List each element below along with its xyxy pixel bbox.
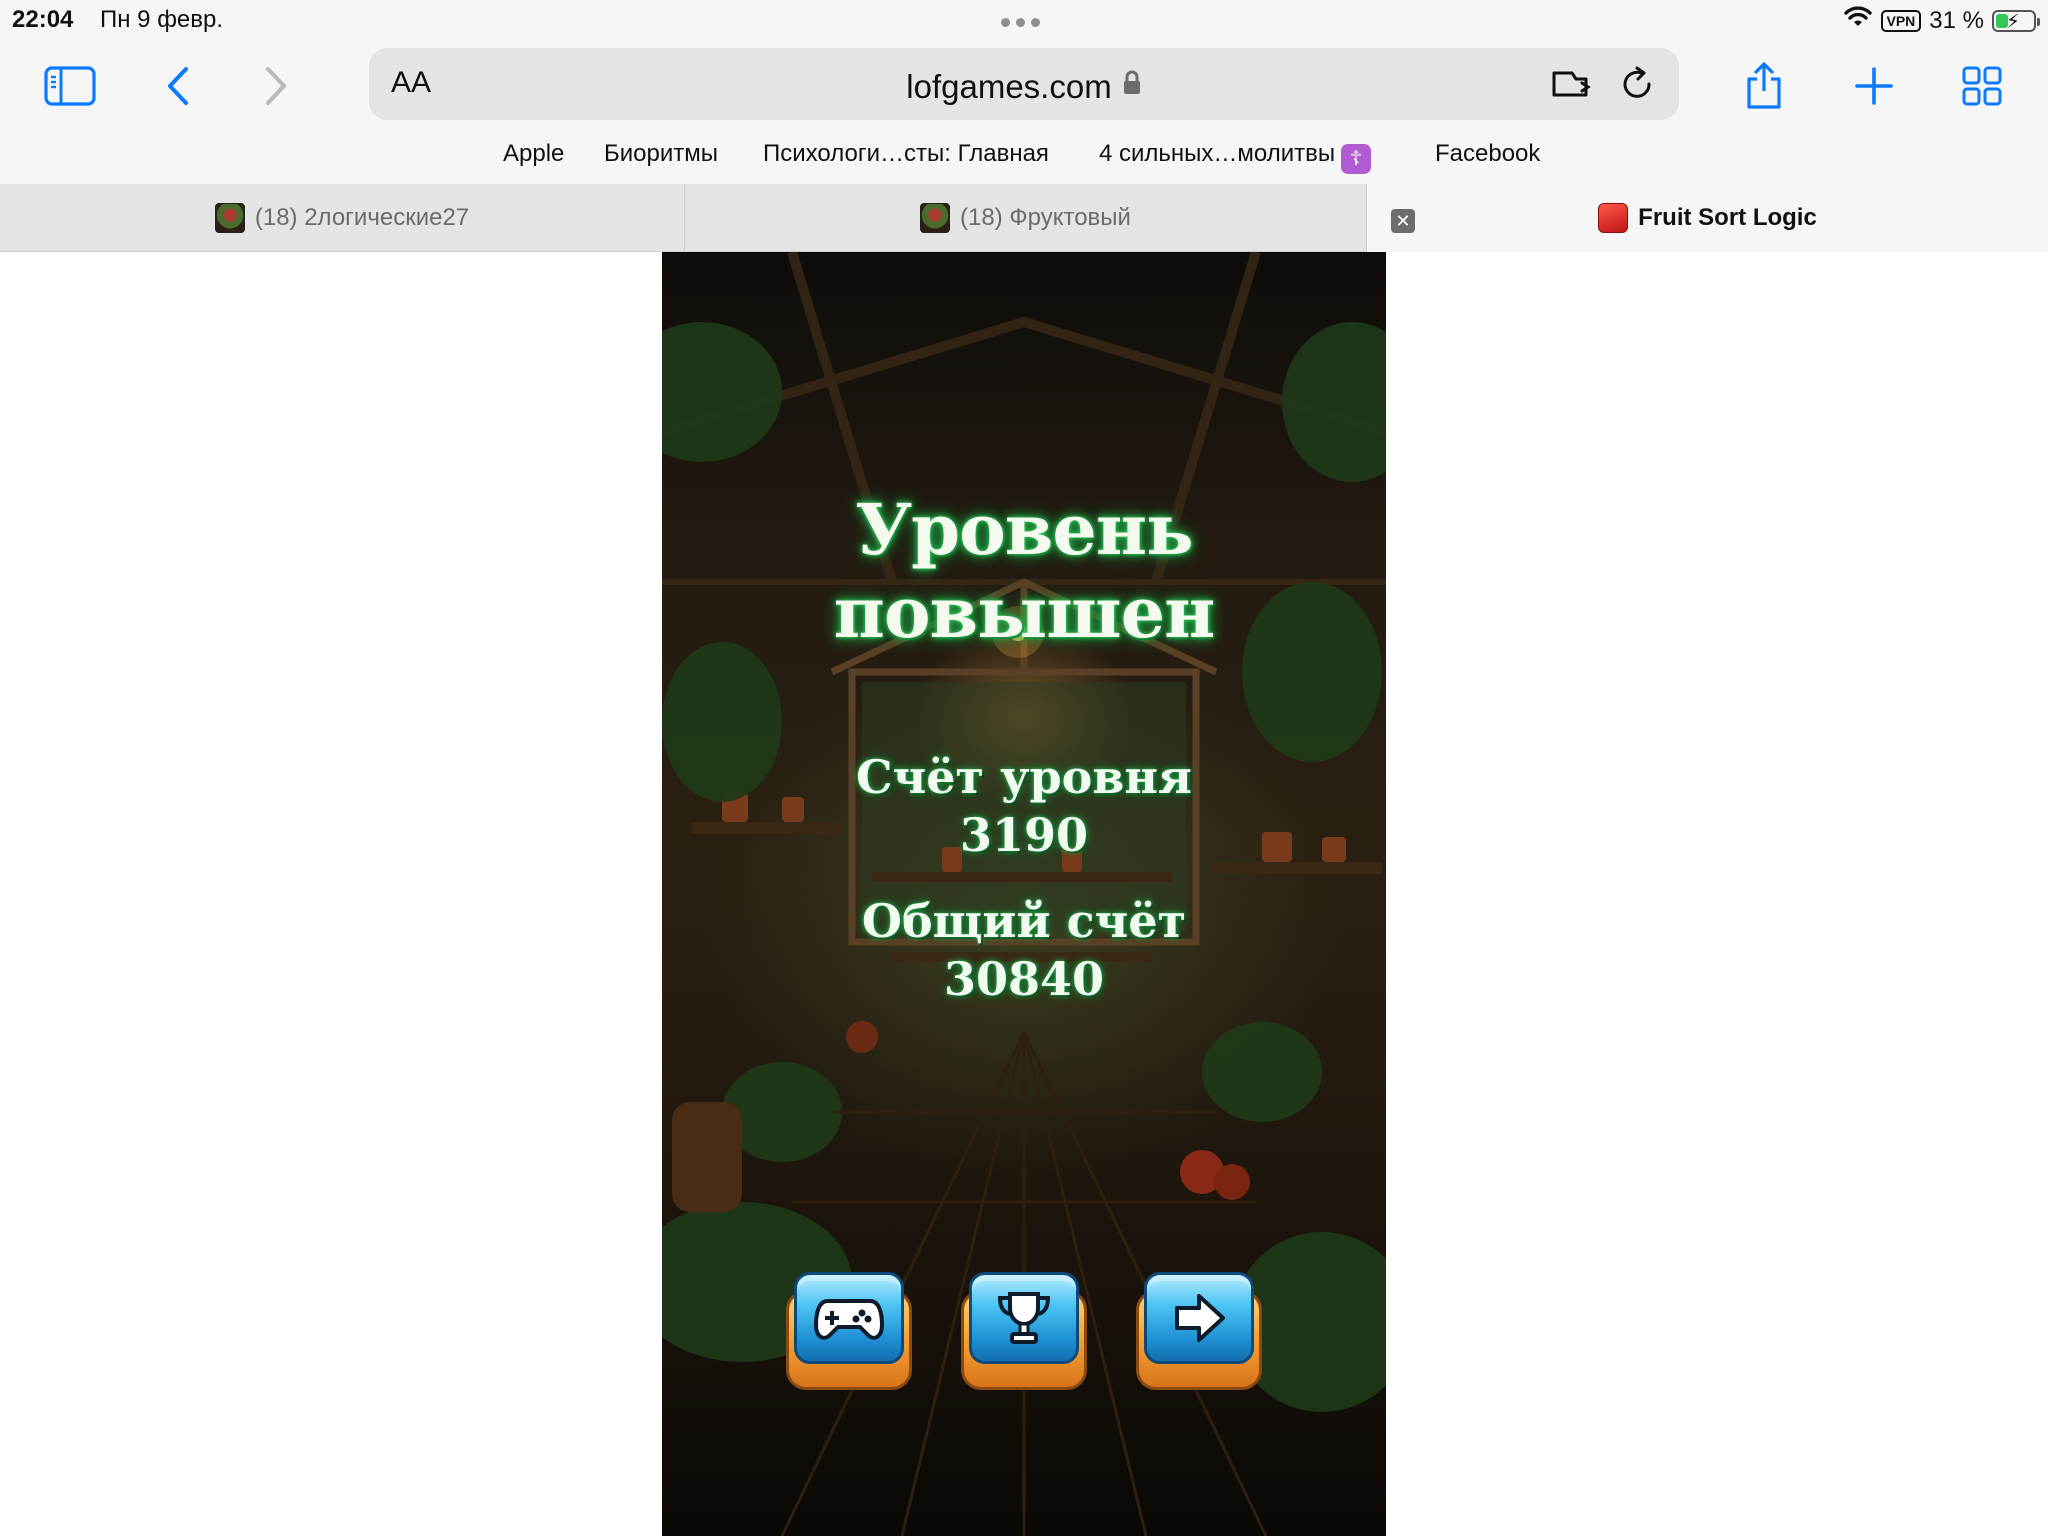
tab-bar: (18) 2логические27 (18) Фруктовый ✕ Frui… <box>0 184 2048 252</box>
tab-title: (18) 2логические27 <box>254 204 470 231</box>
tab-fruit-sort-logic[interactable]: ✕ Fruit Sort Logic <box>1366 184 2048 252</box>
tab-title: (18) Фруктовый <box>960 204 1131 231</box>
tab-title: Fruit Sort Logic <box>1638 204 1817 231</box>
total-score-label: Общий счёт <box>861 894 1187 948</box>
total-score-value: 30840 <box>943 952 1105 1006</box>
next-level-button[interactable] <box>1136 1272 1262 1390</box>
favorite-psychology[interactable]: Психологи…сты: Главная <box>763 140 1049 168</box>
status-bar: 22:04 Пн 9 февр. VPN 31 % ⚡ <box>0 0 2048 40</box>
status-indicators: VPN 31 % ⚡ <box>1843 6 2040 35</box>
favorite-biorhythms[interactable]: Биоритмы <box>604 140 718 168</box>
share-icon[interactable] <box>1736 60 1792 112</box>
lock-icon <box>1122 66 1142 104</box>
leaderboard-button[interactable] <box>961 1272 1087 1390</box>
level-up-title: Уровень повышен <box>833 488 1216 654</box>
favorite-facebook[interactable]: Facebook <box>1435 140 1540 168</box>
favorite-apple[interactable]: Apple <box>503 140 564 168</box>
site-favicon-icon <box>920 203 951 233</box>
new-tab-icon[interactable] <box>1846 60 1902 112</box>
favorite-prayers[interactable]: 4 сильных…молитвы ☦ <box>1099 140 1372 174</box>
sidebar-icon[interactable] <box>42 60 98 112</box>
reload-icon[interactable] <box>1615 62 1659 106</box>
favorites-bar: Apple Биоритмы Психологи…сты: Главная 4 … <box>0 132 2048 184</box>
level-score-label: Счёт уровня <box>856 750 1192 804</box>
next-arrow-icon <box>1144 1272 1254 1364</box>
browser-toolbar: AA lofgames.com <box>0 40 2048 132</box>
wifi-icon <box>1843 6 1873 35</box>
tab-overview-icon[interactable] <box>1954 60 2010 112</box>
gamepad-icon <box>794 1272 904 1364</box>
play-games-button[interactable] <box>786 1272 912 1390</box>
address-bar[interactable]: AA lofgames.com <box>369 48 1679 120</box>
trophy-icon <box>969 1272 1079 1364</box>
url-display[interactable]: lofgames.com <box>369 66 1679 106</box>
tab-fruit[interactable]: (18) Фруктовый <box>684 184 1366 252</box>
vpn-badge: VPN <box>1880 9 1922 32</box>
game-canvas[interactable]: Уровень повышен Счёт уровня 3190 Общий с… <box>662 252 1386 1536</box>
url-text: lofgames.com <box>906 68 1112 105</box>
back-chevron-icon[interactable] <box>150 60 206 112</box>
multitasking-grabber[interactable] <box>1001 18 1040 27</box>
level-score-value: 3190 <box>959 808 1089 862</box>
game-favicon-icon <box>1598 203 1629 233</box>
tab-logic-games[interactable]: (18) 2логические27 <box>0 184 684 252</box>
cross-icon: ☦ <box>1341 144 1372 174</box>
battery-icon: ⚡ <box>1992 9 2040 33</box>
extensions-icon[interactable] <box>1549 62 1593 106</box>
status-date: Пн 9 февр. <box>100 6 224 33</box>
status-time: 22:04 <box>12 6 74 33</box>
forward-chevron-icon[interactable] <box>248 60 304 112</box>
close-tab-icon[interactable]: ✕ <box>1391 209 1415 233</box>
battery-percent: 31 % <box>1929 6 1984 34</box>
site-favicon-icon <box>214 203 245 233</box>
